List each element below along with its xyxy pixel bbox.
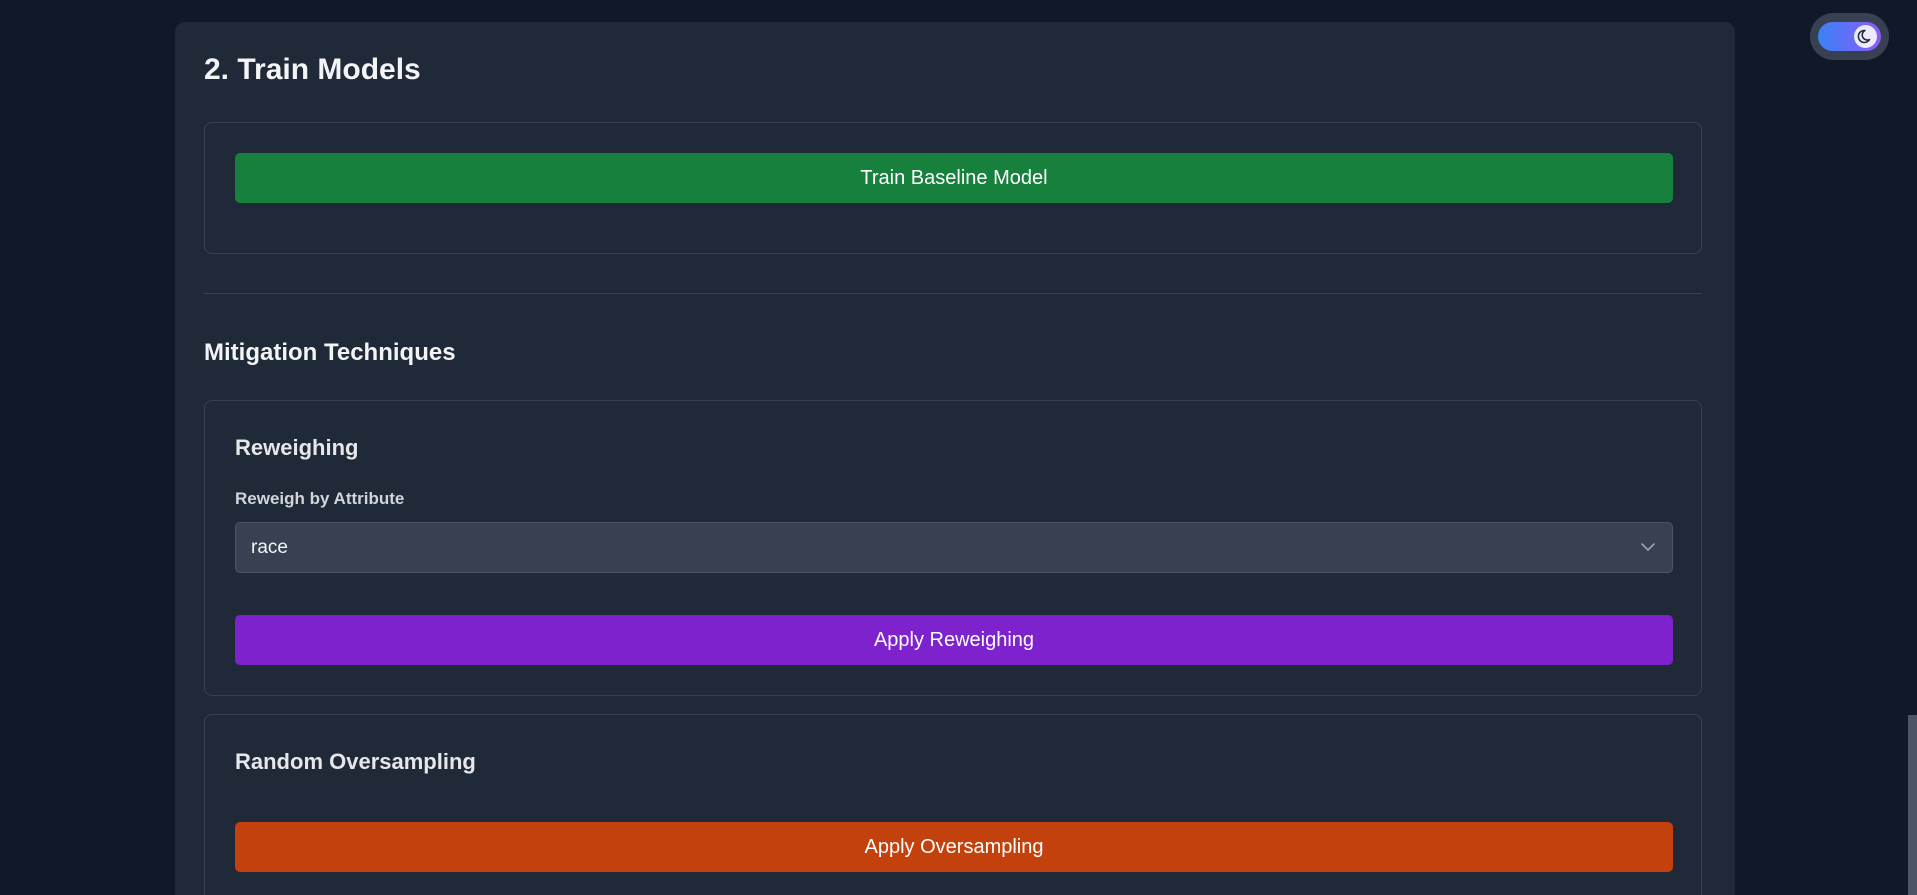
page: 2. Train Models Train Baseline Model Mit… xyxy=(0,0,1917,895)
section-title: 2. Train Models xyxy=(204,53,421,86)
train-baseline-button[interactable]: Train Baseline Model xyxy=(235,153,1673,203)
theme-toggle[interactable] xyxy=(1810,13,1889,60)
oversampling-panel: Random Oversampling Apply Oversampling xyxy=(204,714,1702,895)
apply-oversampling-button[interactable]: Apply Oversampling xyxy=(235,822,1673,872)
reweighing-heading: Reweighing xyxy=(235,435,359,460)
toggle-track xyxy=(1818,22,1881,51)
oversampling-heading: Random Oversampling xyxy=(235,749,476,774)
mitigation-title: Mitigation Techniques xyxy=(204,339,456,366)
apply-reweighing-button[interactable]: Apply Reweighing xyxy=(235,615,1673,665)
reweighing-panel: Reweighing Reweigh by Attribute race App… xyxy=(204,400,1702,696)
reweigh-attribute-label: Reweigh by Attribute xyxy=(235,489,405,508)
train-panel: Train Baseline Model xyxy=(204,122,1702,254)
divider xyxy=(204,293,1702,294)
chevron-down-icon xyxy=(1641,543,1655,551)
moon-icon xyxy=(1857,29,1871,44)
reweigh-attribute-select[interactable]: race xyxy=(235,522,1673,573)
main-card: 2. Train Models Train Baseline Model Mit… xyxy=(175,22,1735,895)
toggle-knob xyxy=(1854,25,1877,48)
scrollbar-thumb[interactable] xyxy=(1908,715,1917,895)
select-value: race xyxy=(251,537,288,558)
